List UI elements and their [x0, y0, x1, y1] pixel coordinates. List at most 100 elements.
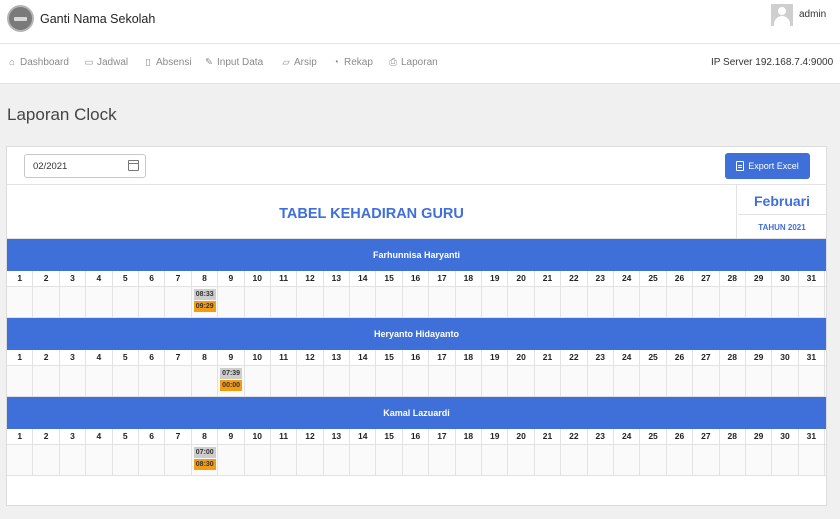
user-avatar[interactable] [771, 4, 793, 26]
day-header-cell: 5 [113, 271, 139, 286]
day-header-cell: 7 [165, 350, 192, 365]
clock-out-time: 09:29 [193, 301, 216, 312]
day-header-cell: 31 [799, 429, 826, 444]
attendance-cell [693, 287, 720, 317]
nav-item-laporan[interactable]: ⎙ Laporan [388, 57, 438, 68]
nav-item-absensi[interactable]: ▯ Absensi [143, 56, 191, 68]
day-header-cell: 29 [746, 350, 773, 365]
calendar-icon[interactable] [128, 160, 139, 171]
attendance-cell [139, 287, 166, 317]
day-header-cell: 19 [482, 429, 509, 444]
attendance-cell [139, 366, 166, 396]
day-header-cell: 10 [245, 429, 271, 444]
clipboard-icon: ▯ [145, 56, 151, 68]
nav-item-label: Input Data [217, 57, 264, 68]
school-name[interactable]: Ganti Nama Sekolah [40, 12, 155, 26]
attendance-cell [720, 445, 746, 475]
nav-item-label: Arsip [294, 57, 317, 68]
attendance-cell [324, 287, 351, 317]
attendance-cell [614, 445, 641, 475]
teacher-name: Farhunnisa Haryanti [7, 239, 826, 271]
day-header-cell: 27 [693, 271, 720, 286]
clock-in-time: 07:00 [193, 447, 216, 458]
attendance-cell [667, 287, 694, 317]
attendance-cell [297, 287, 324, 317]
attendance-cell [561, 366, 588, 396]
attendance-cell [271, 287, 298, 317]
day-header-cell: 20 [508, 271, 535, 286]
attendance-cell [218, 445, 245, 475]
teacher-block: Heryanto Hidayanto 1 2 3 4 5 6 7 8 9 10 11 12 13 14 15 1… [7, 318, 826, 397]
attendance-cell [245, 445, 271, 475]
export-excel-label: Export Excel [748, 161, 799, 171]
day-header-cell: 31 [799, 271, 826, 286]
attendance-cell [720, 366, 746, 396]
nav-item-jadwal[interactable]: ▭ Jadwal [84, 56, 129, 68]
nav-item-dashboard[interactable]: ⌂ Dashboard [7, 57, 69, 68]
day-header-cell: 24 [614, 429, 641, 444]
nav-item-label: Laporan [401, 57, 438, 68]
day-header-cell: 4 [86, 429, 113, 444]
day-header-cell: 9 [218, 429, 245, 444]
clock-in-time: 07:39 [220, 368, 243, 379]
day-header-cell: 6 [139, 271, 166, 286]
attendance-cell [324, 445, 351, 475]
day-header-cell: 15 [376, 271, 403, 286]
nav-item-arsip[interactable]: ▱ Arsip [281, 57, 317, 68]
day-header-cell: 22 [561, 350, 588, 365]
day-header-cell: 8 [192, 350, 219, 365]
attendance-cell [614, 287, 641, 317]
page-title: Laporan Clock [7, 105, 117, 124]
report-year: TAHUN 2021 [758, 223, 806, 232]
day-header-cell: 18 [456, 271, 483, 286]
attendance-cell [33, 287, 60, 317]
month-picker-value: 02/2021 [33, 161, 68, 172]
nav-item-label: Dashboard [20, 57, 69, 68]
day-header-cell: 8 [192, 429, 219, 444]
day-header-cell: 18 [456, 350, 483, 365]
clock-out-time: 00:00 [220, 380, 243, 391]
attendance-cell [165, 366, 192, 396]
calendar-icon: ▭ [84, 56, 94, 68]
attendance-cell [350, 445, 377, 475]
attendance-cell [614, 366, 641, 396]
teacher-block: Farhunnisa Haryanti 1 2 3 4 5 6 7 8 9 10 11 12 13 14 15… [7, 239, 826, 318]
attendance-cell [139, 445, 166, 475]
attendance-cell [693, 366, 720, 396]
day-header-cell: 25 [640, 429, 667, 444]
month-picker-input[interactable]: 02/2021 [24, 154, 146, 178]
attendance-cell [7, 287, 34, 317]
day-header-cell: 4 [86, 271, 113, 286]
day-header-cell: 15 [376, 350, 403, 365]
export-excel-button[interactable]: Export Excel [725, 153, 810, 179]
day-header-row: 1 2 3 4 5 6 7 8 9 10 11 12 13 14 15 16 17 18 19 20 21 22 23 24 2… [7, 271, 826, 287]
attendance-cell [561, 287, 588, 317]
day-header-cell: 4 [86, 350, 113, 365]
day-header-cell: 28 [720, 350, 746, 365]
attendance-cell [456, 287, 483, 317]
day-header-cell: 2 [33, 429, 60, 444]
day-header-cell: 23 [588, 271, 614, 286]
attendance-cell [482, 287, 509, 317]
day-header-cell: 28 [720, 271, 746, 286]
attendance-cell [799, 445, 826, 475]
attendance-cell [588, 445, 614, 475]
day-header-cell: 27 [693, 429, 720, 444]
teacher-block: Kamal Lazuardi 1 2 3 4 5 6 7 8 9 10 11 12 13 14 15 16 17 1… [7, 397, 826, 476]
attendance-cell [271, 445, 298, 475]
attendance-cell [640, 445, 667, 475]
day-header-cell: 16 [403, 350, 430, 365]
day-header-cell: 15 [376, 429, 403, 444]
username[interactable]: admin [799, 9, 826, 20]
day-header-cell: 27 [693, 350, 720, 365]
attendance-cell [403, 445, 430, 475]
file-icon [736, 161, 745, 171]
nav-item-input-data[interactable]: ✎ Input Data [204, 57, 263, 68]
attendance-cell [535, 287, 562, 317]
attendance-cell [561, 445, 588, 475]
school-logo[interactable] [7, 5, 34, 32]
attendance-cell [376, 287, 403, 317]
report-title-row: TABEL KEHADIRAN GURU Februari TAHUN 2021 [7, 185, 826, 239]
day-header-cell: 13 [324, 271, 351, 286]
nav-item-rekap[interactable]: ◔ Rekap [331, 57, 373, 68]
